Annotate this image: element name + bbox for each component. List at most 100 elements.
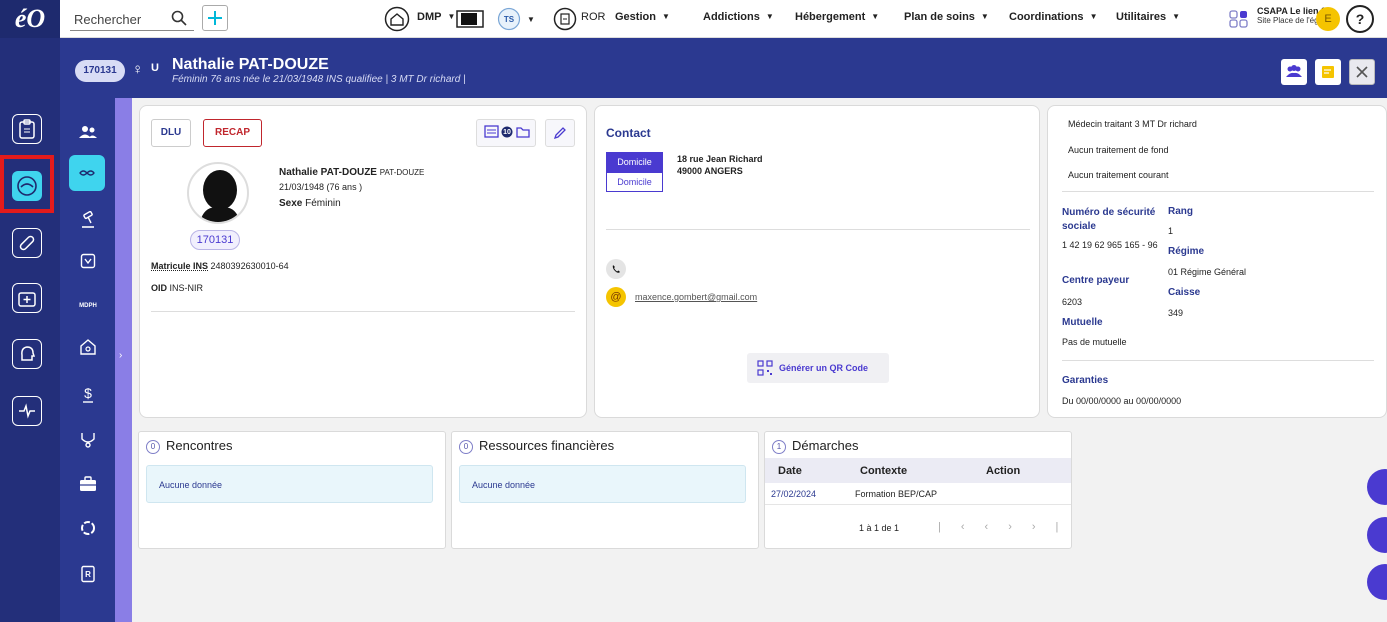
search-box — [70, 7, 194, 31]
address-line2: 49000 ANGERS — [677, 166, 743, 176]
group-button[interactable] — [1281, 59, 1307, 85]
nav-dmp-label: DMP — [417, 11, 442, 23]
generate-qr-button[interactable]: Générer un QR Code — [747, 353, 889, 383]
matricule-value: 2480392630010-64 — [210, 261, 289, 271]
chevron-right-icon[interactable]: › — [119, 350, 122, 361]
subnav-mdph[interactable]: MDPH — [74, 291, 102, 319]
close-patient-button[interactable] — [1349, 59, 1375, 85]
nav-utilitaires[interactable]: Utilitaires ▼ — [1116, 11, 1180, 23]
nav-gestion-label: Gestion — [615, 11, 656, 23]
nav-coordinations[interactable]: Coordinations ▼ — [1009, 11, 1097, 23]
rencontres-title-row: 0 Rencontres — [146, 438, 232, 454]
email-icon: @ — [606, 287, 626, 307]
sticky-note-icon — [1322, 66, 1334, 78]
sidebar-item-dossier[interactable] — [12, 114, 42, 144]
admin-card: Médecin traitant 3 MT Dr richard Aucun t… — [1047, 105, 1387, 418]
nav-gestion[interactable]: Gestion ▼ — [615, 11, 670, 23]
rang-value: 1 — [1168, 226, 1174, 236]
subnav-identite[interactable] — [74, 118, 102, 146]
home-icon[interactable] — [384, 5, 410, 33]
column-header-date[interactable]: Date — [778, 465, 802, 477]
nav-dmp[interactable]: DMP ▼ — [417, 11, 455, 23]
traitement-courant: Aucun traitement courant — [1068, 170, 1169, 180]
nss-value: 1 42 19 62 965 165 - 96 — [1062, 240, 1158, 250]
notes-button[interactable] — [1315, 59, 1341, 85]
address-tab[interactable]: Domicile — [606, 172, 663, 192]
regime-label: Régime — [1168, 246, 1205, 257]
caisse-value: 349 — [1168, 308, 1184, 318]
site-switch-icon[interactable] — [1229, 9, 1249, 29]
chevron-down-icon: ▼ — [527, 14, 535, 24]
patient-header: 170131 ♀ U Nathalie PAT-DOUZE Féminin 76… — [0, 38, 1387, 98]
last-page-icon[interactable]: ›| — [1032, 521, 1079, 533]
subnav-sante[interactable] — [74, 426, 102, 454]
close-icon — [1356, 66, 1368, 78]
ts-icon[interactable]: TS ▼ — [497, 5, 535, 33]
rencontres-panel: 0 Rencontres Aucune donnée — [138, 431, 446, 549]
subnav-justice[interactable] — [74, 206, 102, 234]
subnav-dossier[interactable] — [74, 247, 102, 275]
nav-plan-de-soins[interactable]: Plan de soins ▼ — [904, 11, 989, 23]
search-icon[interactable] — [170, 9, 188, 30]
identity-divider — [151, 311, 575, 312]
next-page-icon[interactable]: › — [1008, 521, 1032, 533]
bandage-icon — [19, 235, 35, 251]
subnav-accompagnement[interactable] — [69, 155, 105, 191]
collapse-strip[interactable] — [115, 98, 132, 622]
nav-hebergement-label: Hébergement — [795, 11, 866, 23]
stethoscope-icon — [81, 433, 95, 448]
column-header-action[interactable]: Action — [986, 465, 1020, 477]
mutuelle-value: Pas de mutuelle — [1062, 337, 1127, 347]
sidebar-item-psy[interactable] — [12, 339, 42, 369]
patient-photo[interactable] — [187, 162, 249, 224]
add-button[interactable] — [202, 5, 228, 31]
home-heart-icon — [80, 339, 96, 355]
admin-divider-top — [1062, 191, 1374, 192]
document-icon[interactable] — [553, 5, 577, 33]
table-row[interactable]: 27/02/2024 Formation BEP/CAP — [765, 483, 1071, 505]
plus-icon — [208, 11, 222, 25]
subnav-logement[interactable] — [74, 333, 102, 361]
prev-page-icon[interactable]: ‹ — [985, 521, 1009, 533]
current-site[interactable]: CSAPA Le lien 06 Site Place de l'église — [1257, 6, 1331, 25]
nav-hebergement[interactable]: Hébergement ▼ — [795, 11, 879, 23]
column-header-contexte[interactable]: Contexte — [860, 465, 907, 477]
recap-button[interactable]: RECAP — [203, 119, 262, 147]
subnav-finances[interactable]: $ — [74, 381, 102, 409]
subnav-documents[interactable]: R — [74, 560, 102, 588]
sidebar-item-soins[interactable] — [12, 228, 42, 258]
nav-ror[interactable]: ROR — [581, 11, 605, 23]
rencontres-title: Rencontres — [166, 438, 233, 453]
subnav-loisirs[interactable] — [74, 514, 102, 542]
documents-button[interactable]: 10 — [476, 119, 536, 147]
first-page-icon[interactable]: |‹ — [938, 521, 985, 533]
nav-addictions[interactable]: Addictions ▼ — [703, 11, 774, 23]
head-icon — [21, 346, 36, 361]
help-button[interactable]: ? — [1346, 5, 1374, 33]
medical-kit-icon — [18, 292, 36, 307]
address-tab-active[interactable]: Domicile — [606, 152, 663, 172]
user-avatar[interactable]: E — [1316, 7, 1340, 31]
sidebar-item-medical[interactable] — [12, 283, 42, 313]
chevron-down-icon: ▼ — [447, 12, 456, 21]
nav-plan-de-soins-label: Plan de soins — [904, 11, 975, 23]
dlu-button[interactable]: DLU — [151, 119, 191, 147]
app-logo[interactable]: éO — [0, 0, 60, 38]
sub-sidebar: MDPH $ R — [60, 98, 115, 622]
mdph-icon: MDPH — [79, 303, 97, 309]
pulse-icon — [19, 403, 35, 419]
ressources-title: Ressources financières — [479, 438, 615, 453]
sidebar-item-activite[interactable] — [12, 396, 42, 426]
patient-content: DLU RECAP 10 170131 Nathalie PAT-DOUZE P… — [132, 98, 1387, 622]
email-link[interactable]: maxence.gombert@gmail.com — [635, 292, 757, 302]
generate-qr-label: Générer un QR Code — [779, 363, 869, 373]
admin-divider-bottom — [1062, 360, 1374, 361]
subnav-emploi[interactable] — [74, 470, 102, 498]
female-icon: ♀ — [132, 61, 144, 78]
card-reader-icon[interactable] — [456, 5, 484, 33]
svg-text:TS: TS — [504, 15, 515, 24]
female-silhouette-icon — [199, 170, 241, 222]
search-input[interactable] — [74, 10, 162, 28]
edit-identity-button[interactable] — [545, 119, 575, 147]
group-icon — [1286, 65, 1302, 77]
